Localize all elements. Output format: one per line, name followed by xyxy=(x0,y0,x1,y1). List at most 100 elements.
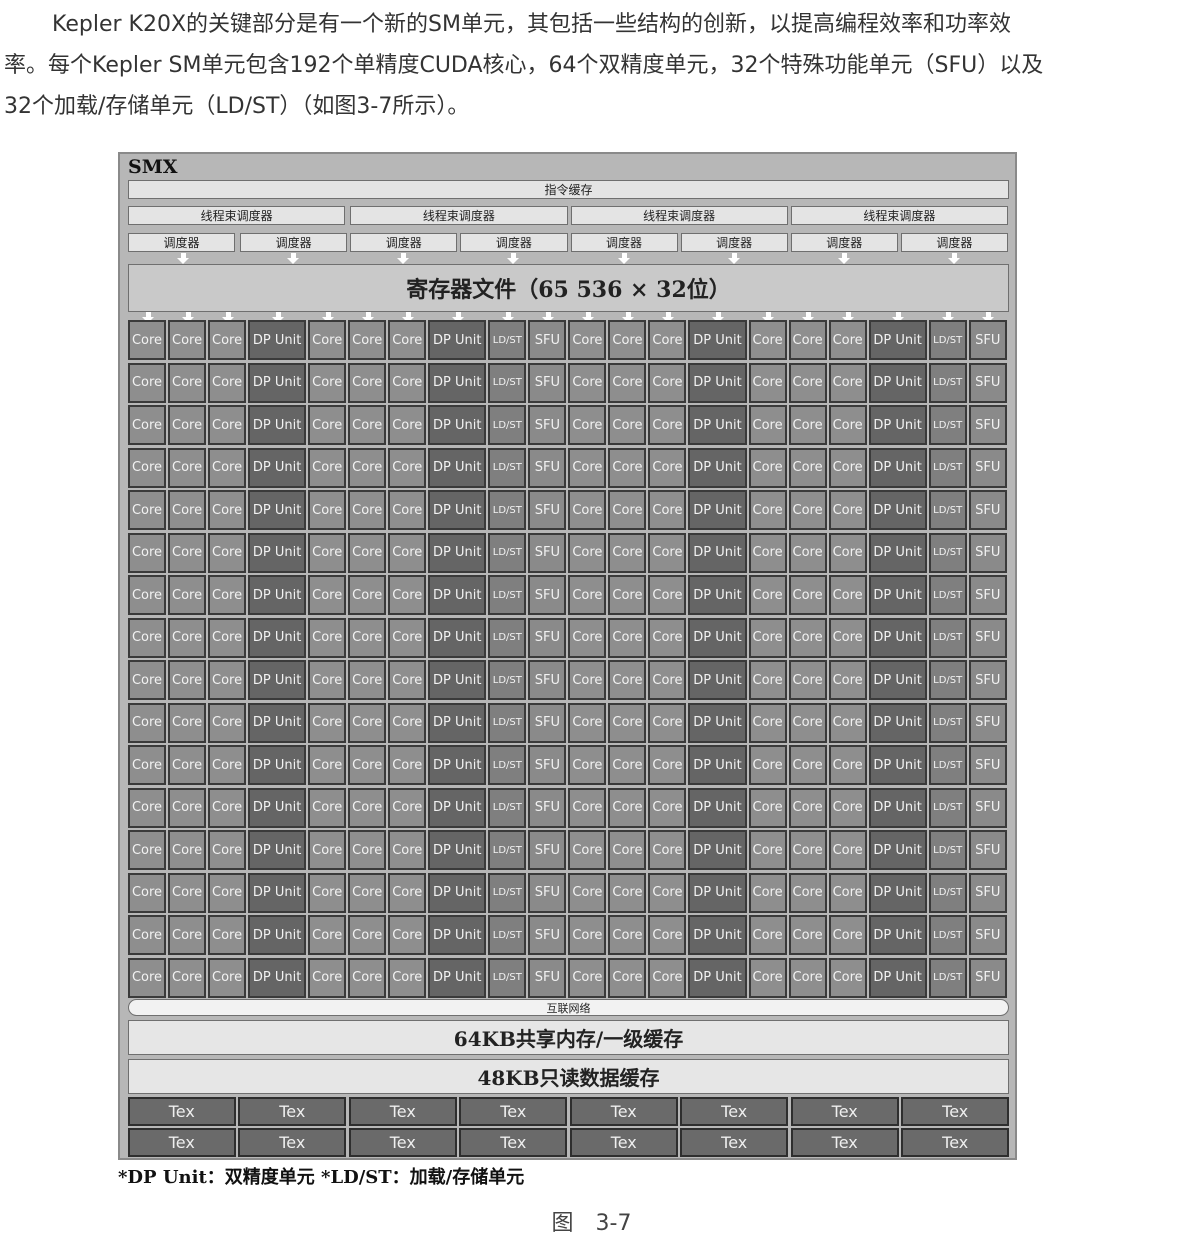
sfu-unit: SFU xyxy=(968,575,1007,615)
tex-unit: Tex xyxy=(348,1128,457,1157)
core-unit: Core xyxy=(348,362,387,403)
core-unit: Core xyxy=(788,617,827,658)
dp-unit: DP Unit xyxy=(688,830,747,870)
core-unit: Core xyxy=(828,745,867,785)
core-unit: Core xyxy=(388,660,427,700)
core-unit: Core xyxy=(568,745,607,785)
dp-unit: DP Unit xyxy=(688,405,747,445)
dp-unit: DP Unit xyxy=(868,660,927,700)
core-unit: Core xyxy=(308,745,347,785)
core-unit: Core xyxy=(788,405,827,445)
sfu-unit: SFU xyxy=(968,830,1007,870)
core-unit: Core xyxy=(128,575,167,615)
core-unit: Core xyxy=(168,617,207,658)
unit-row: Core Core Core DP Unit Core Core Core DP Unit LD… xyxy=(128,532,1009,573)
core-unit: Core xyxy=(568,405,607,445)
sfu-unit: SFU xyxy=(528,575,567,615)
tex-unit: Tex xyxy=(680,1128,789,1157)
core-unit: Core xyxy=(828,405,867,445)
core-unit: Core xyxy=(568,362,607,403)
core-unit: Core xyxy=(828,957,867,998)
core-unit: Core xyxy=(388,745,427,785)
core-unit: Core xyxy=(348,830,387,870)
ldst-unit: LD/ST xyxy=(488,362,527,403)
core-unit: Core xyxy=(788,957,827,998)
core-unit: Core xyxy=(608,745,647,785)
unit-row: Core Core Core DP Unit Core Core Core DP Unit LD… xyxy=(128,872,1009,913)
dp-unit: DP Unit xyxy=(688,660,747,700)
sfu-unit: SFU xyxy=(528,405,567,445)
core-unit: Core xyxy=(168,447,207,488)
core-unit: Core xyxy=(168,787,207,828)
core-unit: Core xyxy=(208,660,247,700)
dp-unit: DP Unit xyxy=(248,745,307,785)
dp-unit: DP Unit xyxy=(428,362,487,403)
core-unit: Core xyxy=(128,362,167,403)
ldst-unit: LD/ST xyxy=(488,872,527,913)
core-unit: Core xyxy=(388,957,427,998)
core-unit: Core xyxy=(568,532,607,573)
dp-unit: DP Unit xyxy=(688,362,747,403)
sfu-unit: SFU xyxy=(968,447,1007,488)
core-unit: Core xyxy=(828,490,867,530)
dp-unit: DP Unit xyxy=(428,872,487,913)
dp-unit: DP Unit xyxy=(248,702,307,743)
core-unit: Core xyxy=(168,575,207,615)
sfu-unit: SFU xyxy=(528,745,567,785)
core-unit: Core xyxy=(648,405,687,445)
core-unit: Core xyxy=(348,787,387,828)
core-unit: Core xyxy=(348,660,387,700)
tex-unit: Tex xyxy=(680,1097,789,1126)
sfu-unit: SFU xyxy=(528,830,567,870)
core-unit: Core xyxy=(208,830,247,870)
core-unit: Core xyxy=(208,617,247,658)
instruction-cache: 指令缓存 xyxy=(128,180,1009,199)
core-unit: Core xyxy=(168,872,207,913)
core-unit: Core xyxy=(568,915,607,955)
core-unit: Core xyxy=(308,575,347,615)
core-unit: Core xyxy=(748,915,787,955)
core-unit: Core xyxy=(648,532,687,573)
dp-unit: DP Unit xyxy=(868,745,927,785)
dp-unit: DP Unit xyxy=(688,447,747,488)
core-unit: Core xyxy=(128,915,167,955)
core-unit: Core xyxy=(648,745,687,785)
dp-unit: DP Unit xyxy=(428,532,487,573)
unit-row: Core Core Core DP Unit Core Core Core DP Unit LD… xyxy=(128,745,1009,785)
core-unit: Core xyxy=(388,405,427,445)
core-unit: Core xyxy=(208,915,247,955)
core-unit: Core xyxy=(348,617,387,658)
sfu-unit: SFU xyxy=(968,405,1007,445)
dp-unit: DP Unit xyxy=(688,617,747,658)
core-unit: Core xyxy=(348,872,387,913)
ldst-unit: LD/ST xyxy=(488,532,527,573)
core-unit: Core xyxy=(568,447,607,488)
tex-unit: Tex xyxy=(459,1128,568,1157)
core-unit: Core xyxy=(208,447,247,488)
dp-unit: DP Unit xyxy=(428,575,487,615)
dispatch-unit: 调度器 xyxy=(460,233,568,252)
dp-unit: DP Unit xyxy=(868,320,927,360)
warp-scheduler: 线程束调度器 xyxy=(350,206,568,225)
core-unit: Core xyxy=(128,447,167,488)
sfu-unit: SFU xyxy=(528,617,567,658)
core-unit: Core xyxy=(128,787,167,828)
dp-unit: DP Unit xyxy=(248,915,307,955)
core-unit: Core xyxy=(828,447,867,488)
smx-title: SMX xyxy=(128,156,178,178)
core-unit: Core xyxy=(388,320,427,360)
tex-unit: Tex xyxy=(901,1097,1009,1126)
ldst-unit: LD/ST xyxy=(928,787,967,828)
dp-unit: DP Unit xyxy=(868,490,927,530)
dp-unit: DP Unit xyxy=(428,617,487,658)
core-unit: Core xyxy=(648,702,687,743)
core-unit: Core xyxy=(128,532,167,573)
core-unit: Core xyxy=(788,490,827,530)
dp-unit: DP Unit xyxy=(248,362,307,403)
dp-unit: DP Unit xyxy=(868,575,927,615)
core-unit: Core xyxy=(208,575,247,615)
tex-unit: Tex xyxy=(238,1097,347,1126)
core-unit: Core xyxy=(208,872,247,913)
core-unit: Core xyxy=(828,915,867,955)
sfu-unit: SFU xyxy=(528,532,567,573)
